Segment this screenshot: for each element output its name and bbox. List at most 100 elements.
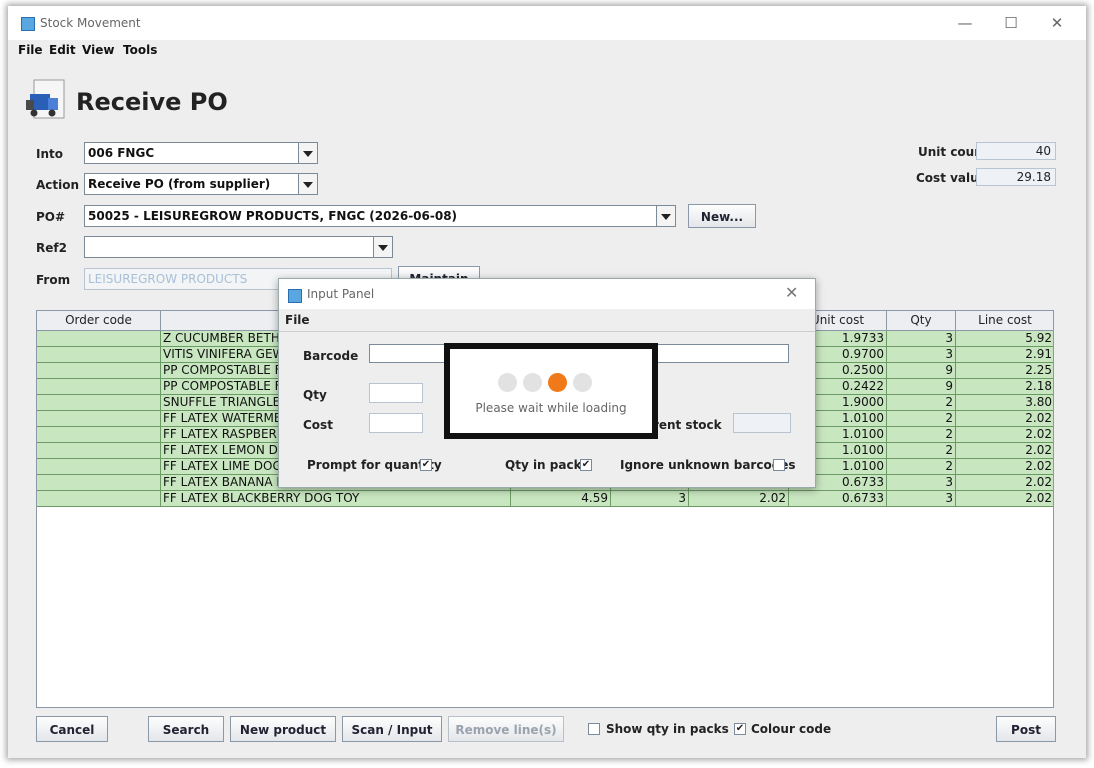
into-combo[interactable]: 006 FNGC	[84, 142, 318, 164]
loading-dot-active	[548, 373, 567, 392]
table-cell	[37, 379, 161, 395]
unit-count-value: 40	[976, 142, 1056, 160]
cost-label: Cost	[303, 418, 333, 432]
col-line-cost[interactable]: Line cost	[956, 311, 1053, 330]
barcode-label: Barcode	[303, 349, 359, 363]
loading-dot	[498, 373, 517, 392]
table-cell: 2	[887, 395, 956, 411]
table-cell	[37, 491, 161, 507]
qty-in-packs-checkbox[interactable]: ✔	[580, 459, 592, 471]
table-cell	[37, 347, 161, 363]
window-title: Stock Movement	[40, 16, 141, 30]
new-po-button[interactable]: New...	[688, 204, 756, 228]
table-cell: 4.59	[511, 491, 611, 507]
chevron-down-icon[interactable]	[656, 206, 675, 226]
remove-lines-button[interactable]: Remove line(s)	[448, 716, 564, 742]
dialog-title-bar: Input Panel ✕	[279, 279, 815, 309]
chevron-down-icon[interactable]	[298, 143, 317, 163]
table-cell: 2.02	[956, 475, 1053, 491]
table-cell: 3	[887, 347, 956, 363]
current-stock-label: rrent stock	[647, 418, 722, 432]
table-cell: 3	[887, 331, 956, 347]
ref2-label: Ref2	[36, 241, 67, 255]
title-bar: Stock Movement — ☐ ✕	[8, 6, 1086, 40]
table-cell	[37, 331, 161, 347]
new-product-button[interactable]: New product	[230, 716, 336, 742]
table-cell	[37, 475, 161, 491]
menu-tools[interactable]: Tools	[123, 43, 157, 57]
dialog-menu-divider	[279, 331, 815, 332]
loading-dot	[573, 373, 592, 392]
table-cell: FF LATEX BLACKBERRY DOG TOY	[161, 491, 511, 507]
stock-movement-window: Stock Movement — ☐ ✕ File Edit View Tool…	[8, 6, 1086, 758]
scan-input-button[interactable]: Scan / Input	[342, 716, 442, 742]
table-cell	[37, 427, 161, 443]
chevron-down-icon[interactable]	[298, 174, 317, 194]
table-row[interactable]: FF LATEX BLACKBERRY DOG TOY 4.59 3 2.02 0.67…	[37, 491, 1053, 507]
qty-in-packs-label: Qty in packs	[505, 458, 589, 472]
table-cell: 3	[887, 475, 956, 491]
col-order-code[interactable]: Order code	[37, 311, 161, 330]
dialog-app-icon	[288, 289, 302, 303]
table-cell: 2.25	[956, 363, 1053, 379]
into-value: 006 FNGC	[88, 146, 155, 160]
table-cell: 9	[887, 379, 956, 395]
from-value: LEISUREGROW PRODUCTS	[88, 272, 248, 286]
dialog-close-icon[interactable]: ✕	[785, 283, 798, 302]
maximize-icon[interactable]: ☐	[996, 12, 1026, 34]
menu-edit[interactable]: Edit	[49, 43, 76, 57]
table-cell: 2	[887, 411, 956, 427]
table-cell: 2.02	[956, 427, 1053, 443]
close-icon[interactable]: ✕	[1042, 12, 1072, 34]
table-cell: 2.02	[956, 443, 1053, 459]
post-button[interactable]: Post	[996, 716, 1056, 742]
table-cell	[37, 395, 161, 411]
menu-view[interactable]: View	[82, 43, 114, 57]
col-qty[interactable]: Qty	[887, 311, 956, 330]
action-value: Receive PO (from supplier)	[88, 177, 271, 191]
input-panel-dialog: Input Panel ✕ File Barcode Qty Cost rren…	[278, 278, 816, 488]
colour-code-checkbox[interactable]: ✔	[734, 723, 746, 735]
search-button[interactable]: Search	[148, 716, 224, 742]
ref2-combo[interactable]	[84, 236, 393, 258]
action-combo[interactable]: Receive PO (from supplier)	[84, 173, 318, 195]
action-label: Action	[36, 178, 80, 192]
po-value: 50025 - LEISUREGROW PRODUCTS, FNGC (2026…	[88, 209, 458, 223]
ignore-unknown-barcodes-label: Ignore unknown barcodes	[620, 458, 796, 472]
table-cell: 3.80	[956, 395, 1053, 411]
cancel-button[interactable]: Cancel	[36, 716, 108, 742]
prompt-for-quantity-checkbox[interactable]: ✔	[420, 459, 432, 471]
dialog-menu-file[interactable]: File	[285, 313, 310, 327]
menu-file[interactable]: File	[18, 43, 43, 57]
table-cell: 9	[887, 363, 956, 379]
show-qty-in-packs-checkbox[interactable]	[588, 723, 600, 735]
qty-label: Qty	[303, 388, 327, 402]
table-cell: 2.02	[956, 491, 1053, 507]
cost-input[interactable]	[369, 413, 423, 433]
loading-overlay: Please wait while loading	[444, 343, 658, 439]
minimize-icon[interactable]: —	[950, 12, 980, 34]
ignore-unknown-barcodes-checkbox[interactable]	[773, 459, 785, 471]
table-cell	[37, 363, 161, 379]
table-cell: 2	[887, 443, 956, 459]
table-cell: 3	[611, 491, 689, 507]
table-cell: 5.92	[956, 331, 1053, 347]
current-stock-value	[733, 413, 791, 433]
show-qty-in-packs-label: Show qty in packs	[606, 722, 729, 736]
po-label: PO#	[36, 210, 66, 224]
qty-input[interactable]	[369, 383, 423, 403]
table-cell: 2	[887, 459, 956, 475]
table-cell: 3	[887, 491, 956, 507]
dialog-title: Input Panel	[307, 287, 375, 301]
app-icon	[21, 17, 35, 31]
colour-code-label: Colour code	[751, 722, 832, 736]
table-cell	[37, 459, 161, 475]
table-cell: 2.02	[956, 459, 1053, 475]
menu-bar	[8, 40, 1086, 62]
chevron-down-icon[interactable]	[373, 237, 392, 257]
cost-value-value: 29.18	[976, 168, 1056, 186]
po-combo[interactable]: 50025 - LEISUREGROW PRODUCTS, FNGC (2026…	[84, 205, 676, 227]
loading-text: Please wait while loading	[475, 401, 627, 415]
table-cell: 2.02	[689, 491, 789, 507]
table-cell	[37, 411, 161, 427]
